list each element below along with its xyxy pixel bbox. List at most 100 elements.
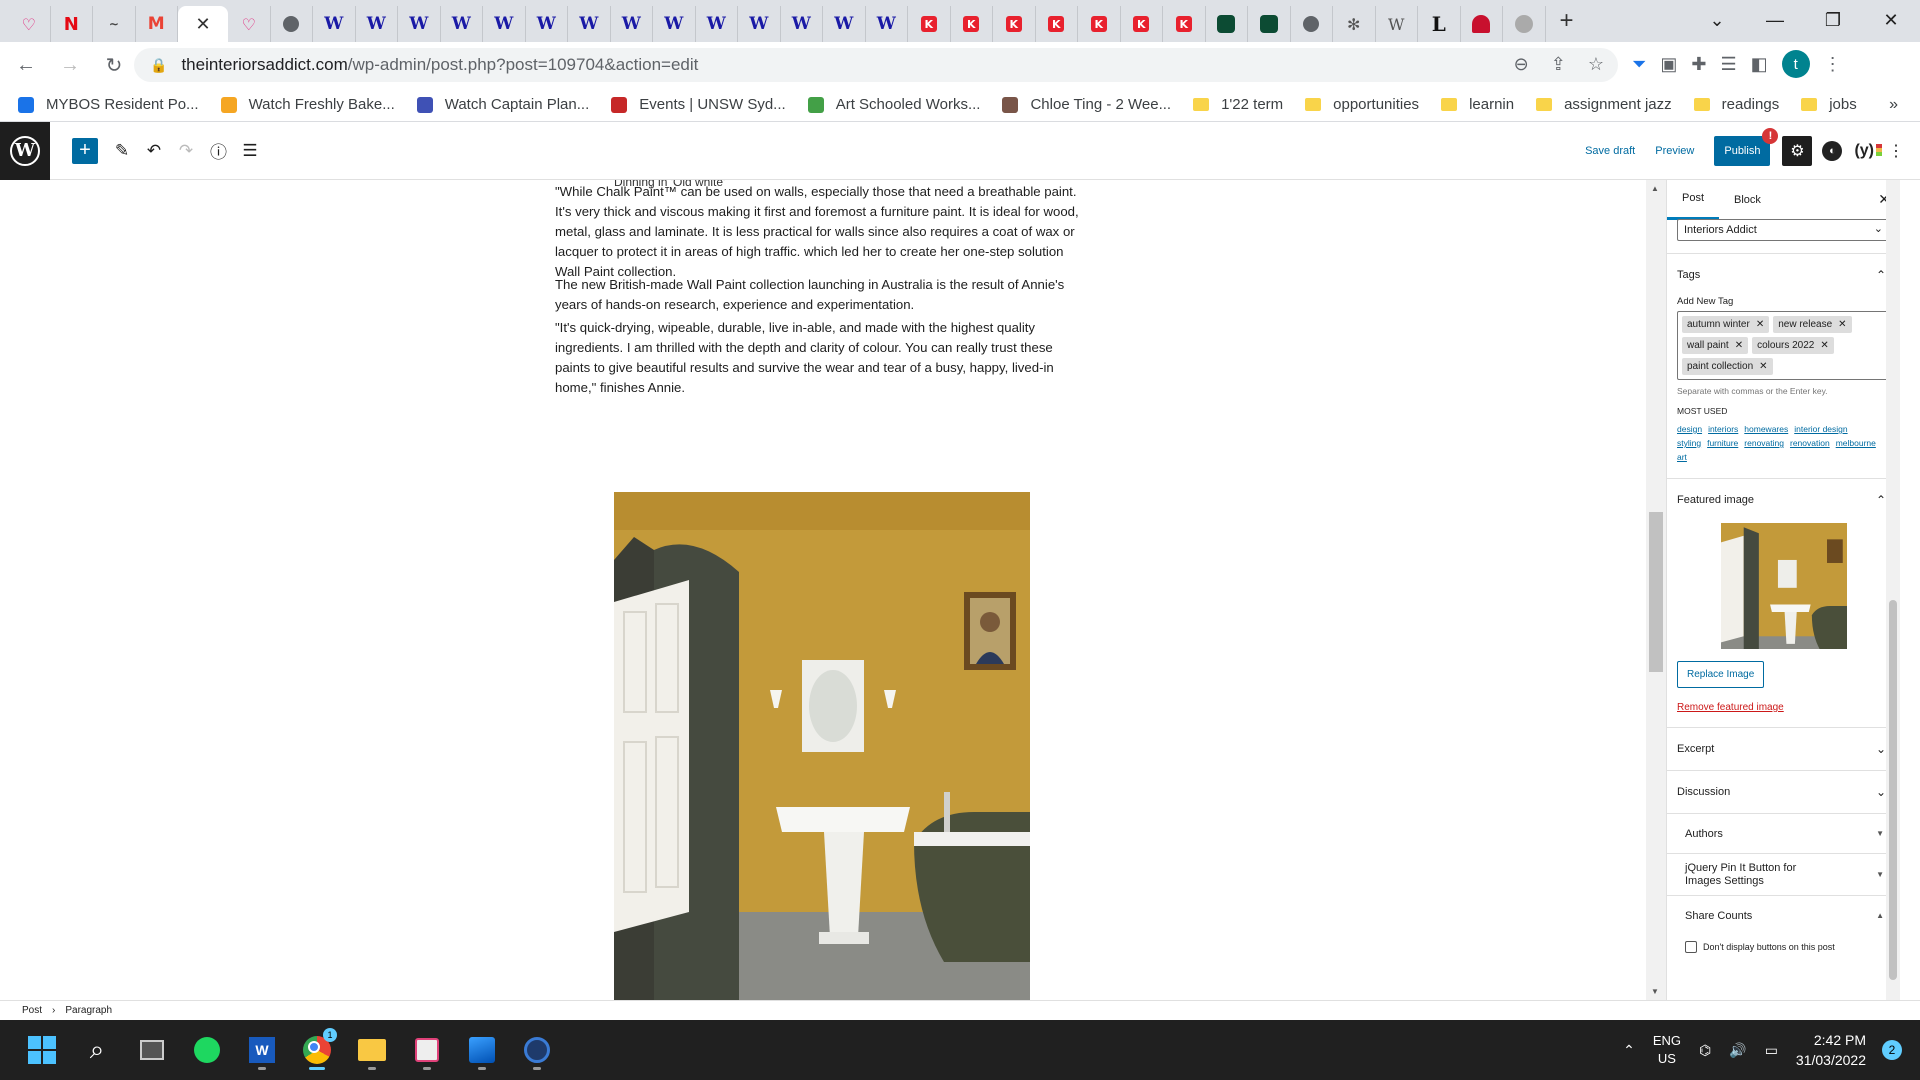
- chrome-icon[interactable]: 1: [295, 1028, 339, 1072]
- browser-tab[interactable]: W: [441, 6, 483, 42]
- remove-featured-image-link[interactable]: Remove featured image: [1677, 702, 1890, 713]
- forward-arrow-icon[interactable]: →: [52, 54, 88, 77]
- most-used-tag-link[interactable]: art: [1677, 452, 1687, 462]
- browser-tab[interactable]: W: [866, 6, 908, 42]
- browser-tab[interactable]: ∼: [93, 6, 136, 42]
- extension-icon[interactable]: ▣: [1660, 54, 1677, 75]
- most-used-tag-link[interactable]: melbourne: [1836, 438, 1876, 448]
- bookmark-item[interactable]: opportunities: [1305, 96, 1419, 113]
- browser-tab[interactable]: K: [1078, 6, 1121, 42]
- language-indicator[interactable]: ENG US: [1653, 1032, 1681, 1068]
- side-panel-icon[interactable]: ◧: [1751, 54, 1768, 75]
- more-bookmarks-icon[interactable]: »: [1889, 96, 1898, 114]
- dont-display-checkbox[interactable]: [1685, 941, 1697, 953]
- bookmark-item[interactable]: Watch Freshly Bake...: [220, 96, 395, 113]
- reload-icon[interactable]: ↻: [96, 53, 132, 78]
- bookmark-item[interactable]: Chloe Ting - 2 Wee...: [1002, 96, 1171, 113]
- most-used-tag-link[interactable]: styling: [1677, 438, 1701, 448]
- remove-tag-icon[interactable]: ✕: [1756, 319, 1764, 330]
- volume-icon[interactable]: 🔊: [1729, 1042, 1746, 1059]
- authors-panel-header[interactable]: Authors ▼: [1667, 813, 1900, 853]
- browser-tab[interactable]: W: [653, 6, 696, 42]
- most-used-tag-link[interactable]: renovating: [1744, 438, 1784, 448]
- bookmark-item[interactable]: MYBOS Resident Po...: [18, 96, 199, 113]
- close-window-button[interactable]: ✕: [1862, 10, 1920, 31]
- bookmark-item[interactable]: assignment jazz: [1536, 96, 1672, 113]
- file-explorer-icon[interactable]: [350, 1028, 394, 1072]
- author-select[interactable]: Interiors Addict ⌄: [1677, 219, 1890, 241]
- browser-tab[interactable]: W: [313, 6, 356, 42]
- share-counts-panel-header[interactable]: Share Counts ▲: [1667, 895, 1900, 935]
- browser-tab[interactable]: W: [483, 6, 526, 42]
- info-icon[interactable]: ⓘ: [210, 138, 227, 163]
- bookmark-item[interactable]: readings: [1693, 96, 1779, 113]
- breadcrumb-post[interactable]: Post: [22, 1005, 42, 1016]
- browser-tab[interactable]: [1503, 6, 1546, 42]
- tab-block[interactable]: Block: [1719, 180, 1776, 220]
- browser-tab[interactable]: N: [51, 6, 93, 42]
- spotify-icon[interactable]: [185, 1028, 229, 1072]
- tab-search-icon[interactable]: ⌄: [1688, 10, 1746, 31]
- notification-badge[interactable]: 2: [1882, 1040, 1902, 1060]
- battery-icon[interactable]: ▭: [1765, 1042, 1778, 1059]
- replace-image-button[interactable]: Replace Image: [1677, 661, 1765, 688]
- publish-button[interactable]: Publish!: [1714, 128, 1779, 166]
- yoast-icon[interactable]: (y): [1854, 142, 1882, 160]
- browser-tab[interactable]: W: [526, 6, 568, 42]
- scroll-down-icon[interactable]: ▼: [1651, 987, 1659, 996]
- most-used-tag-link[interactable]: design: [1677, 424, 1702, 434]
- most-used-tag-link[interactable]: interiors: [1708, 424, 1738, 434]
- tags-input[interactable]: autumn winter ✕ new release ✕ wall paint ✕ col…: [1677, 311, 1890, 380]
- settings-gear-icon[interactable]: ⚙: [1782, 136, 1813, 166]
- preview-button[interactable]: Preview: [1655, 145, 1694, 157]
- jquery-pin-panel-header[interactable]: jQuery Pin It Button for Images Settings…: [1667, 853, 1900, 895]
- profile-avatar[interactable]: t: [1781, 50, 1810, 78]
- chrome-menu-icon[interactable]: ⋮: [1824, 54, 1842, 75]
- browser-tab[interactable]: [1248, 6, 1291, 42]
- remove-tag-icon[interactable]: ✕: [1735, 340, 1743, 351]
- search-icon[interactable]: ⌕: [75, 1028, 119, 1072]
- save-draft-button[interactable]: Save draft: [1585, 145, 1635, 157]
- word-icon[interactable]: W: [240, 1028, 284, 1072]
- most-used-tag-link[interactable]: renovation: [1790, 438, 1830, 448]
- photos-icon[interactable]: [460, 1028, 504, 1072]
- bookmark-star-icon[interactable]: ☆: [1588, 54, 1604, 75]
- browser-tab[interactable]: W: [823, 6, 866, 42]
- bookmark-item[interactable]: learnin: [1441, 96, 1514, 113]
- browser-tab[interactable]: K: [951, 6, 993, 42]
- bookmark-item[interactable]: Events | UNSW Syd...: [611, 96, 786, 113]
- featured-image-header[interactable]: Featured image ⌃: [1677, 479, 1890, 521]
- scrollbar-thumb[interactable]: [1649, 512, 1663, 672]
- network-icon[interactable]: ⌬: [1699, 1042, 1711, 1059]
- app-icon[interactable]: [515, 1028, 559, 1072]
- remove-tag-icon[interactable]: ✕: [1820, 340, 1828, 351]
- browser-tab[interactable]: W: [1376, 6, 1418, 42]
- lock-icon[interactable]: 🔒: [150, 57, 167, 74]
- browser-tab[interactable]: [1206, 6, 1248, 42]
- browser-tab[interactable]: K: [1036, 6, 1078, 42]
- filter-extension-icon[interactable]: ⏷: [1632, 54, 1646, 75]
- active-tab[interactable]: ✕: [178, 6, 228, 42]
- options-menu-icon[interactable]: ⋮: [1888, 141, 1904, 161]
- wordpress-logo[interactable]: W: [0, 121, 50, 180]
- browser-tab[interactable]: K: [1121, 6, 1163, 42]
- redo-icon[interactable]: ↷: [178, 141, 194, 161]
- snipping-tool-icon[interactable]: [405, 1028, 449, 1072]
- zoom-icon[interactable]: ⊖: [1514, 54, 1529, 75]
- most-used-tag-link[interactable]: interior design: [1794, 424, 1847, 434]
- browser-tab[interactable]: [1461, 6, 1503, 42]
- canvas-scrollbar[interactable]: ▲ ▼: [1646, 180, 1666, 1000]
- remove-tag-icon[interactable]: ✕: [1838, 319, 1846, 330]
- paragraph-block[interactable]: The new British-made Wall Paint collecti…: [555, 275, 1090, 315]
- bookmark-item[interactable]: Watch Captain Plan...: [416, 96, 589, 113]
- puzzle-icon[interactable]: ✚: [1691, 54, 1706, 75]
- undo-icon[interactable]: ↶: [146, 141, 162, 161]
- browser-tab[interactable]: L: [1418, 6, 1461, 42]
- bookmark-item[interactable]: 1'22 term: [1193, 96, 1283, 113]
- browser-tab[interactable]: K: [908, 6, 951, 42]
- browser-tab[interactable]: M: [136, 6, 178, 42]
- chevron-up-icon[interactable]: ⌃: [1623, 1042, 1635, 1059]
- browser-tab[interactable]: [1291, 6, 1333, 42]
- paragraph-block[interactable]: "While Chalk Paint™ can be used on walls…: [555, 182, 1090, 282]
- browser-tab[interactable]: W: [738, 6, 781, 42]
